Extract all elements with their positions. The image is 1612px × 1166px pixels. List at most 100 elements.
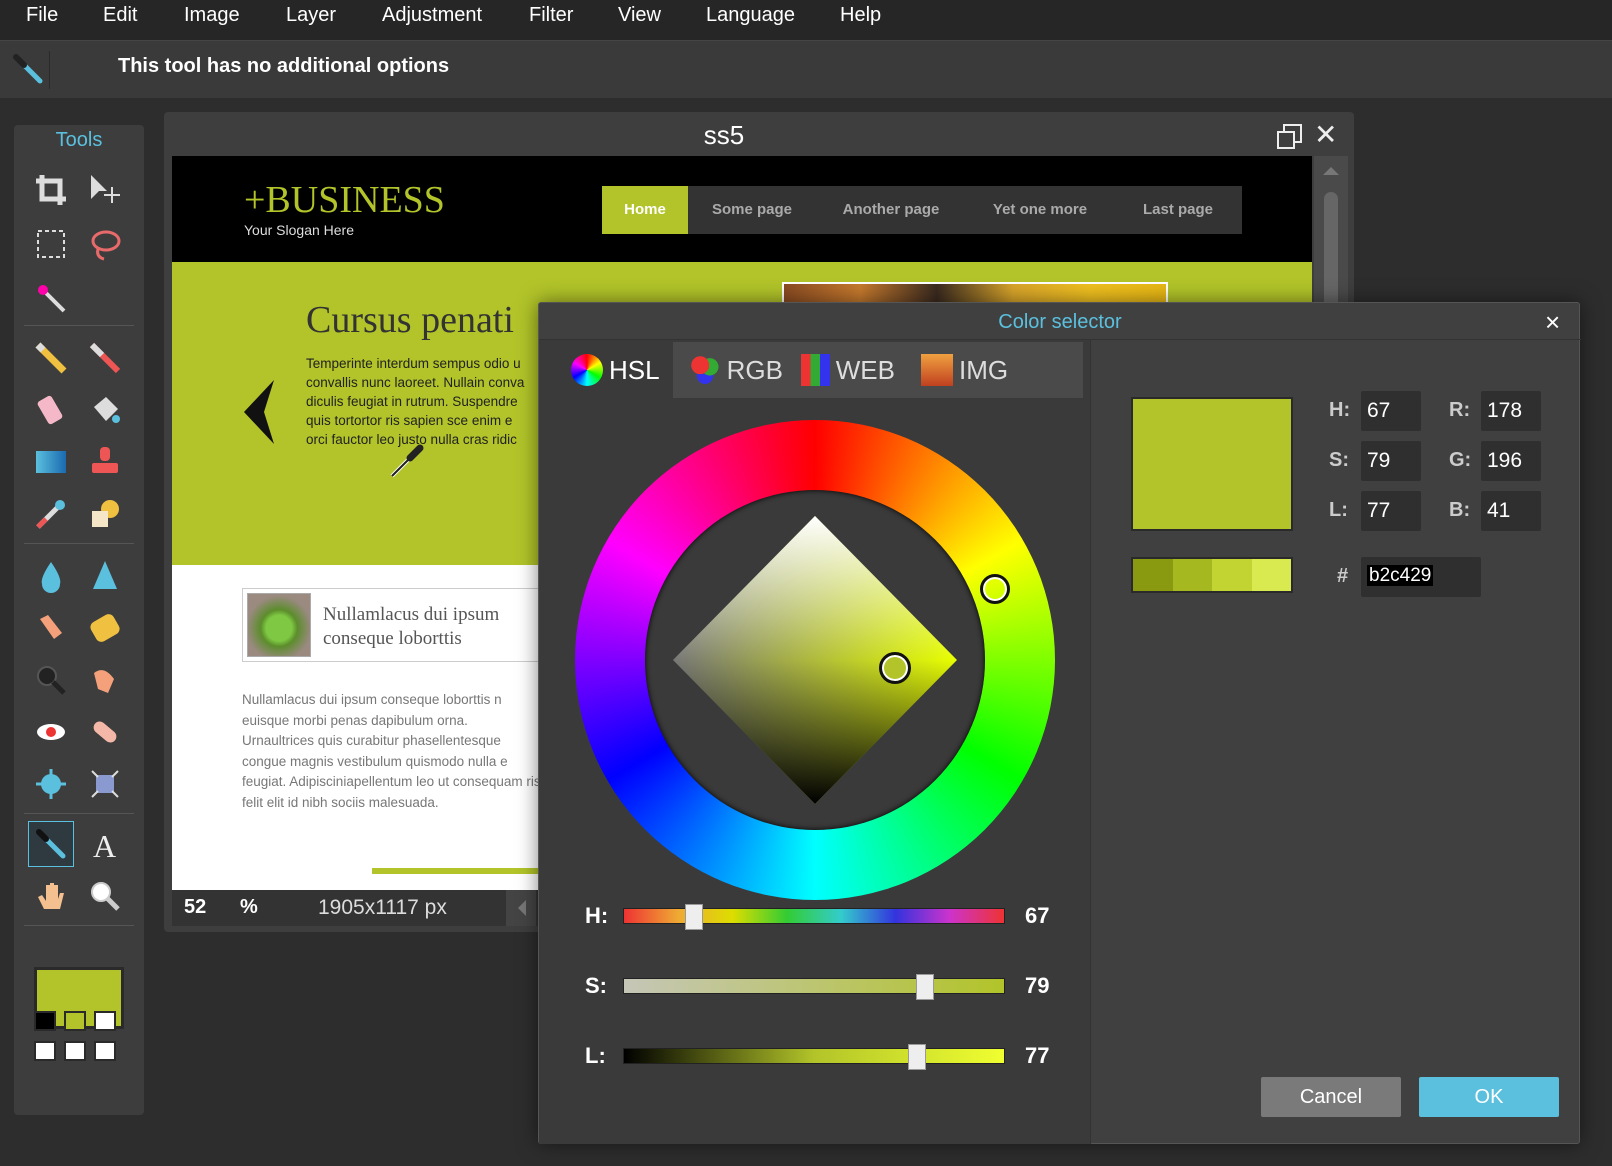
eyedropper-icon xyxy=(10,51,50,89)
text-icon[interactable]: A xyxy=(82,821,128,867)
swatch-white[interactable] xyxy=(94,1011,116,1031)
h-slider-handle[interactable] xyxy=(685,904,704,930)
menu-help[interactable]: Help xyxy=(840,4,881,27)
document-title: ss5 xyxy=(703,120,745,150)
restore-icon[interactable] xyxy=(1276,122,1304,150)
image-dimensions: 1905x1117 px xyxy=(318,896,447,919)
nav-some-page: Some page xyxy=(711,201,793,218)
s-field[interactable]: 79 xyxy=(1361,441,1421,481)
h-field[interactable]: 67 xyxy=(1361,391,1421,431)
close-icon[interactable]: ✕ xyxy=(1314,118,1337,151)
tab-web-label: WEB xyxy=(835,354,895,385)
magic-wand-icon[interactable] xyxy=(28,275,74,321)
close-icon[interactable]: × xyxy=(1545,307,1560,338)
swatch-white-3[interactable] xyxy=(64,1041,86,1061)
hash-label: # xyxy=(1337,565,1349,587)
content-body: Nullamlacus dui ipsum conseque loborttis… xyxy=(242,692,541,810)
l-field[interactable]: 77 xyxy=(1361,491,1421,531)
color-selector-dialog: Color selector × HSL RGB WEB IMG H: 67 S… xyxy=(538,302,1581,1144)
shade-swatch-1[interactable] xyxy=(1133,559,1173,591)
tab-hsl[interactable]: HSL xyxy=(563,342,673,398)
nav-yet-one-more: Yet one more xyxy=(992,201,1088,218)
site-logo: +BUSINESS xyxy=(244,179,445,221)
crop-icon[interactable] xyxy=(28,167,74,213)
menu-adjustment[interactable]: Adjustment xyxy=(382,4,482,27)
swatch-green[interactable] xyxy=(64,1011,86,1031)
l-field-label: L: xyxy=(1329,499,1348,521)
burn-icon[interactable] xyxy=(28,657,74,703)
menu-view[interactable]: View xyxy=(618,4,661,27)
menu-bar: File Edit Image Layer Adjustment Filter … xyxy=(0,0,1612,40)
red-eye-icon[interactable] xyxy=(28,709,74,755)
bloat-icon[interactable] xyxy=(28,761,74,807)
marquee-icon[interactable] xyxy=(28,221,74,267)
h-slider-track[interactable] xyxy=(623,908,1005,924)
hsl-color-wheel[interactable] xyxy=(575,420,1055,900)
swatch-white-4[interactable] xyxy=(94,1041,116,1061)
brush-icon[interactable] xyxy=(82,335,128,381)
sponge-icon[interactable] xyxy=(82,605,128,651)
shade-swatch-2[interactable] xyxy=(1172,559,1212,591)
content-heading-line-1: Nullamlacus dui ipsum xyxy=(323,604,500,625)
tab-rgb[interactable]: RGB xyxy=(681,342,791,398)
drop-icon[interactable] xyxy=(28,553,74,599)
eyedropper-icon[interactable] xyxy=(28,821,74,867)
tab-hsl-label: HSL xyxy=(609,354,660,385)
hsl-icon xyxy=(571,354,603,386)
scroll-up-icon[interactable] xyxy=(1322,164,1340,182)
l-slider-track[interactable] xyxy=(623,1048,1005,1064)
dialog-title: Color selector xyxy=(998,311,1122,333)
cancel-button[interactable]: Cancel xyxy=(1261,1077,1401,1117)
s-slider-track[interactable] xyxy=(623,978,1005,994)
menu-language[interactable]: Language xyxy=(706,4,795,27)
tab-img[interactable]: IMG xyxy=(913,342,1023,398)
hex-value: b2c429 xyxy=(1367,565,1434,586)
h-slider-label: H: xyxy=(585,903,609,928)
sl-handle[interactable] xyxy=(879,652,911,684)
s-slider-label: S: xyxy=(585,973,607,998)
b-field[interactable]: 41 xyxy=(1481,491,1541,531)
stamp-icon[interactable] xyxy=(82,439,128,485)
menu-layer[interactable]: Layer xyxy=(286,4,336,27)
g-field-label: G: xyxy=(1449,449,1472,471)
color-replace-icon[interactable] xyxy=(28,491,74,537)
smudge-icon[interactable] xyxy=(28,605,74,651)
heal-icon[interactable] xyxy=(82,709,128,755)
menu-edit[interactable]: Edit xyxy=(103,4,137,27)
lasso-icon[interactable] xyxy=(82,221,128,267)
s-slider-handle[interactable] xyxy=(915,974,934,1000)
move-icon[interactable] xyxy=(82,167,128,213)
hue-ring-handle[interactable] xyxy=(980,574,1010,604)
sharpen-icon[interactable] xyxy=(82,553,128,599)
shape-icon[interactable] xyxy=(82,491,128,537)
pinch-icon[interactable] xyxy=(82,761,128,807)
s-field-label: S: xyxy=(1329,449,1349,471)
pencil-icon[interactable] xyxy=(28,335,74,381)
dodge-icon[interactable] xyxy=(82,657,128,703)
ok-button[interactable]: OK xyxy=(1419,1077,1559,1117)
zoom-value[interactable]: 52 xyxy=(184,896,206,919)
l-slider-handle[interactable] xyxy=(908,1044,927,1070)
zoom-icon[interactable] xyxy=(82,873,128,919)
tab-web[interactable]: WEB xyxy=(793,342,903,398)
hand-icon[interactable] xyxy=(28,873,74,919)
menu-file[interactable]: File xyxy=(26,4,58,27)
sl-diamond[interactable] xyxy=(575,420,1055,900)
bucket-icon[interactable] xyxy=(82,387,128,433)
r-field[interactable]: 178 xyxy=(1481,391,1541,431)
shade-swatch-4[interactable] xyxy=(1251,559,1291,591)
eraser-icon[interactable] xyxy=(28,387,74,433)
hex-field[interactable]: b2c429 xyxy=(1361,557,1481,597)
shade-swatch-3[interactable] xyxy=(1212,559,1252,591)
g-field[interactable]: 196 xyxy=(1481,441,1541,481)
shade-swatches xyxy=(1131,557,1293,593)
scroll-left-icon[interactable] xyxy=(506,890,536,926)
menu-filter[interactable]: Filter xyxy=(529,4,573,27)
gradient-icon[interactable] xyxy=(28,439,74,485)
menu-image[interactable]: Image xyxy=(184,4,240,27)
h-slider-value: 67 xyxy=(1025,903,1050,928)
swatch-black[interactable] xyxy=(34,1011,56,1031)
swatch-white-2[interactable] xyxy=(34,1041,56,1061)
site-slogan: Your Slogan Here xyxy=(244,222,355,238)
b-field-label: B: xyxy=(1449,499,1471,521)
